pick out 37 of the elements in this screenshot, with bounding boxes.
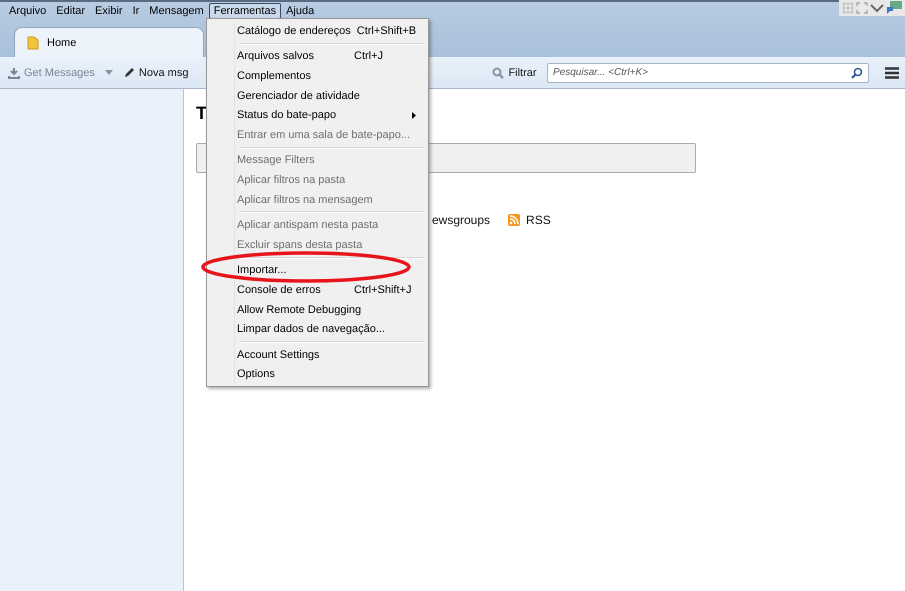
menu-item[interactable]: Importar... <box>209 260 426 280</box>
search-icon[interactable] <box>851 66 863 78</box>
menu-title[interactable]: Mensagem <box>144 3 209 19</box>
newsgroups-link[interactable]: ewsgroups <box>432 213 490 227</box>
menu-item[interactable]: Limpar dados de navegação... <box>209 319 426 339</box>
rss-link[interactable]: RSS <box>508 213 551 227</box>
window-controls[interactable] <box>839 0 905 16</box>
caret-icon[interactable] <box>104 70 113 75</box>
page-heading: T <box>196 103 207 125</box>
chat-icon[interactable] <box>886 1 902 15</box>
menu-item[interactable]: Complementos <box>209 66 426 86</box>
menu-item[interactable]: Arquivos salvos Ctrl+J <box>209 46 426 66</box>
menu-title[interactable]: Ir <box>128 3 144 19</box>
menu-title[interactable]: Ferramentas <box>208 3 282 19</box>
expand-icon[interactable] <box>856 2 868 14</box>
menu-icon[interactable] <box>885 66 899 78</box>
menu-item[interactable]: Allow Remote Debugging <box>209 300 426 320</box>
folder-icon <box>27 36 39 50</box>
menu-item[interactable]: Options <box>209 364 426 384</box>
menu-item[interactable]: Status do bate-papo <box>209 105 426 125</box>
download-icon <box>8 66 20 78</box>
filter-button[interactable]: Filtrar <box>490 64 539 80</box>
magnifier-icon <box>492 66 504 78</box>
search-field[interactable]: Pesquisar... <Ctrl+K> <box>547 62 869 82</box>
rss-icon <box>508 214 520 226</box>
menu-title[interactable]: Arquivo <box>4 3 52 19</box>
menu-title[interactable]: Editar <box>51 3 90 19</box>
menu-title[interactable]: Ajuda <box>281 3 320 19</box>
menu-item[interactable]: Gerenciador de atividade <box>209 86 426 106</box>
menu-item[interactable]: Catálogo de endereços Ctrl+Shift+B <box>209 21 426 41</box>
menu-item[interactable]: Console de erros Ctrl+Shift+J <box>209 280 426 300</box>
menu-title[interactable]: Exibir <box>90 3 128 19</box>
chevron-icon[interactable] <box>870 3 884 13</box>
menu-item[interactable]: Account Settings <box>209 344 426 364</box>
tab[interactable]: Home <box>14 27 204 57</box>
write-button[interactable]: Nova msg <box>120 64 190 80</box>
pencil-icon <box>122 66 135 78</box>
